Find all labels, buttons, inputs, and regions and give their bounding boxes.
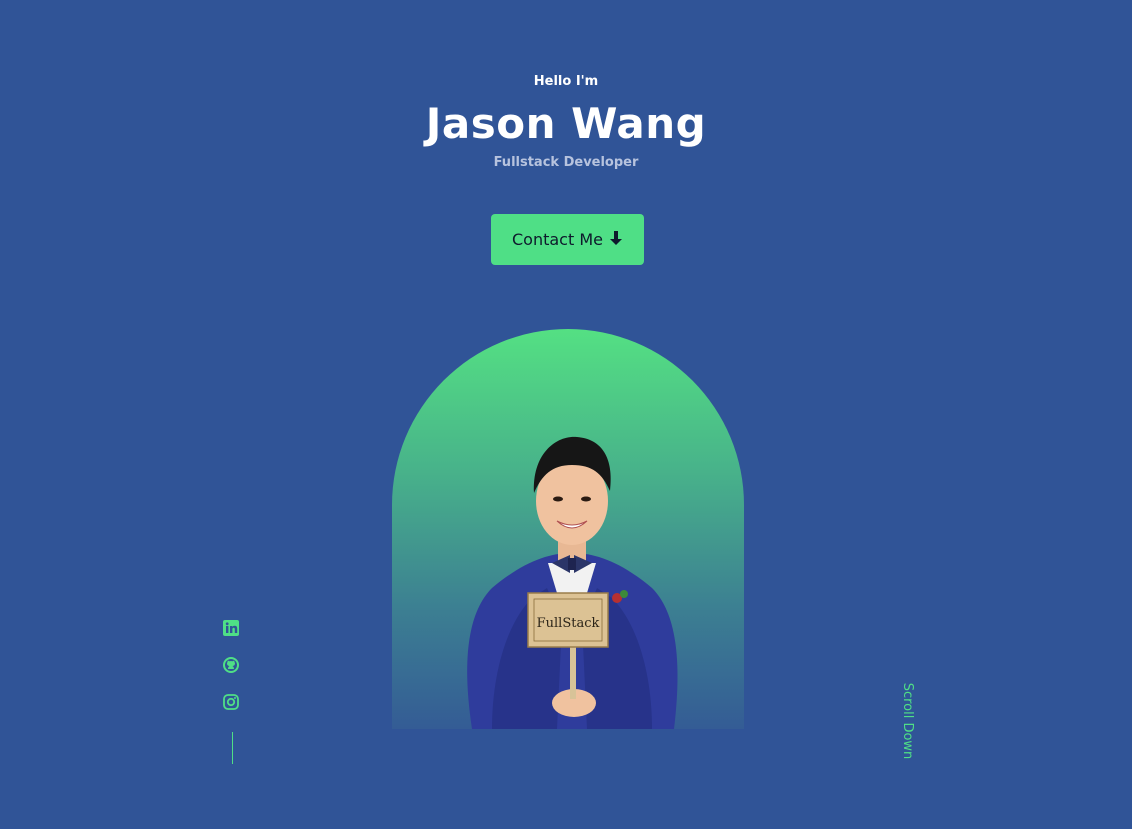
instagram-icon[interactable]: [222, 693, 242, 713]
social-divider-line: [232, 732, 233, 764]
scroll-down-link[interactable]: Scroll Down: [898, 676, 916, 766]
linkedin-icon[interactable]: [222, 619, 242, 639]
role-subtitle: Fullstack Developer: [493, 155, 639, 170]
social-links: [222, 619, 242, 730]
greeting-text: Hello I'm: [533, 74, 599, 89]
github-icon[interactable]: [222, 656, 242, 676]
portrait-arch: FullStack: [392, 329, 744, 729]
contact-me-button[interactable]: Contact Me: [491, 214, 644, 265]
hero-section: Hello I'm Jason Wang Fullstack Developer…: [0, 0, 1132, 829]
contact-me-label: Contact Me: [512, 230, 603, 249]
svg-text:FullStack: FullStack: [537, 616, 600, 631]
portrait-image: FullStack: [467, 436, 678, 729]
page-title: Jason Wang: [425, 99, 707, 148]
arrow-down-icon: [609, 230, 623, 250]
